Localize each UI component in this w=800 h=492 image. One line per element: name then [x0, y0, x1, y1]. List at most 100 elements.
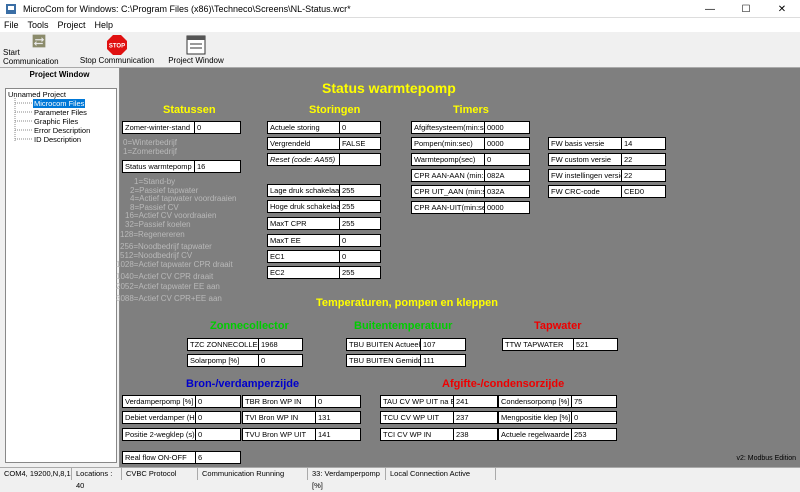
- afgifte-right-value-2: 253: [571, 428, 617, 441]
- bron-left-value-2: 0: [195, 428, 241, 441]
- storing-label-5: MaxT CPR: [267, 217, 340, 230]
- bron-right-value-1: 131: [315, 411, 361, 424]
- storing-value-3: 255: [339, 184, 381, 197]
- status-warmtepomp-value: 16: [194, 160, 241, 173]
- storing-label-8: EC2: [267, 266, 340, 279]
- storing-value-4: 255: [339, 200, 381, 213]
- bron-left-label-1: Debiet verdamper (Hz): [122, 411, 196, 424]
- afgifte-left-value-1: 237: [453, 411, 498, 424]
- menu-help[interactable]: Help: [95, 20, 114, 30]
- zomer-winter-label: Zomer-winter-stand: [122, 121, 195, 134]
- timer-label-5: CPR AAN-UIT(min:sec): [411, 201, 485, 214]
- tree-item-graphic-files[interactable]: Graphic Files: [34, 117, 78, 126]
- timer-value-4: 032A: [484, 185, 530, 198]
- storing-label-3: Lage druk schakelaar: [267, 184, 340, 197]
- afgifte-right-label-2: Actuele regelwaarde: [498, 428, 572, 441]
- stop-icon: STOP: [107, 35, 127, 55]
- afgifte-right-label-1: Mengpositie klep [%]: [498, 411, 572, 424]
- buiten-value-0: 107: [420, 338, 466, 351]
- afgifte-right-value-1: 0: [571, 411, 617, 424]
- bron-left-label-2: Positie 2-wegklep (s): [122, 428, 196, 441]
- storingen-heading: Storingen: [309, 104, 361, 116]
- timer-label-0: Afgiftesysteem(min:sec): [411, 121, 485, 134]
- storing-value-7: 0: [339, 250, 381, 263]
- temperaturen-heading: Temperaturen, pompen en kleppen: [316, 297, 498, 309]
- start-communication-button[interactable]: Start Communication: [3, 34, 75, 66]
- buiten-label-0: TBU BUITEN Actueel: [346, 338, 421, 351]
- page-title: Status warmtepomp: [322, 80, 456, 96]
- toolbar: Start Communication STOP Stop Communicat…: [0, 32, 800, 68]
- tree-item-parameter-files[interactable]: Parameter Files: [34, 108, 87, 117]
- zonne-value-0: 1968: [258, 338, 303, 351]
- reset-code-input[interactable]: [339, 153, 381, 166]
- menu-file[interactable]: File: [4, 20, 19, 30]
- fw-value-3: CED0: [621, 185, 666, 198]
- afgifte-right-label-0: Condensorpomp [%]: [498, 395, 572, 408]
- storing-label-1: Vergrendeld: [267, 137, 340, 150]
- legend-1040: 1040=Actief CV CPR draait: [116, 272, 214, 281]
- legend-128: 128=Regenereren: [120, 230, 185, 239]
- afgifte-right-value-0: 75: [571, 395, 617, 408]
- afgifte-heading: Afgifte-/condensorzijde: [442, 378, 565, 390]
- edition-label: v2: Modbus Edition: [736, 455, 796, 462]
- status-protocol: CVBC Protocol: [122, 468, 198, 480]
- minimize-button[interactable]: —: [692, 0, 728, 18]
- app-icon: [6, 3, 16, 14]
- maximize-button[interactable]: ☐: [728, 0, 764, 18]
- timers-heading: Timers: [453, 104, 489, 116]
- bron-left-value-0: 0: [195, 395, 241, 408]
- title-bar: MicroCom for Windows: C:\Program Files (…: [0, 0, 800, 18]
- status-bar: COM4, 19200,N,8,1 Locations : 40 CVBC Pr…: [0, 467, 800, 490]
- bron-right-value-0: 0: [315, 395, 361, 408]
- bron-heading: Bron-/verdamperzijde: [186, 378, 300, 390]
- tree-item-error-description[interactable]: Error Description: [34, 126, 90, 135]
- tree-item-id-description[interactable]: ID Description: [34, 135, 81, 144]
- fw-label-1: FW custom versie: [548, 153, 622, 166]
- timer-value-3: 082A: [484, 169, 530, 182]
- project-window-button[interactable]: Project Window: [166, 34, 226, 66]
- zonnecollector-heading: Zonnecollector: [210, 320, 289, 332]
- timer-label-2: Warmtepomp(sec): [411, 153, 485, 166]
- legend-1028: 1028=Actief tapwater CPR draait: [116, 260, 233, 269]
- tree-item-microcom-files[interactable]: Microcom Files: [33, 99, 86, 108]
- fw-value-0: 14: [621, 137, 666, 150]
- storing-value-5: 255: [339, 217, 381, 230]
- timer-label-3: CPR AAN-AAN (min:sec): [411, 169, 485, 182]
- tapwater-heading: Tapwater: [534, 320, 582, 332]
- menu-project[interactable]: Project: [58, 20, 86, 30]
- stop-communication-label: Stop Communication: [79, 56, 155, 65]
- afgifte-left-value-0: 241: [453, 395, 498, 408]
- bron-right-value-2: 141: [315, 428, 361, 441]
- timer-value-5: 0000: [484, 201, 530, 214]
- bron-right-label-1: TVI Bron WP IN: [242, 411, 316, 424]
- storing-label-6: MaxT EE: [267, 234, 340, 247]
- timer-label-1: Pompen(min:sec): [411, 137, 485, 150]
- start-communication-label: Start Communication: [3, 48, 59, 66]
- fw-label-0: FW basis versie: [548, 137, 622, 150]
- tree-project-root[interactable]: Unnamed Project: [8, 90, 66, 99]
- status-location-value: 33: Verdamperpomp [%]: [308, 468, 386, 490]
- tapwater-value: 521: [573, 338, 618, 351]
- project-window-panel: Project Window Unnamed Project Microcom …: [0, 68, 120, 467]
- storing-label-0: Actuele storing: [267, 121, 340, 134]
- timer-value-0: 0000: [484, 121, 530, 134]
- timer-value-2: 0: [484, 153, 530, 166]
- menu-tools[interactable]: Tools: [28, 20, 49, 30]
- fw-value-2: 22: [621, 169, 666, 182]
- stop-communication-button[interactable]: STOP Stop Communication: [78, 34, 156, 66]
- buiten-label-1: TBU BUITEN Gemiddeld: [346, 354, 421, 367]
- start-communication-icon: [32, 34, 46, 48]
- close-button[interactable]: ✕: [764, 0, 800, 18]
- project-window-header: Project Window: [29, 70, 90, 79]
- zomer-winter-value: 0: [194, 121, 241, 134]
- zonne-label-0: TZC ZONNECOLLECTOR: [187, 338, 259, 351]
- stop-icon-text: STOP: [109, 44, 125, 50]
- fw-label-2: FW instellingen versie: [548, 169, 622, 182]
- bron-right-label-0: TBR Bron WP IN: [242, 395, 316, 408]
- storing-value-1: FALSE: [339, 137, 381, 150]
- status-locations: Locations : 40: [72, 468, 122, 490]
- bron-right-label-2: TVU Bron WP UIT: [242, 428, 316, 441]
- legend-2052: 2052=Actief tapwater EE aan: [116, 282, 220, 291]
- project-window-label: Project Window: [168, 56, 224, 65]
- window-title: MicroCom for Windows: C:\Program Files (…: [23, 3, 351, 14]
